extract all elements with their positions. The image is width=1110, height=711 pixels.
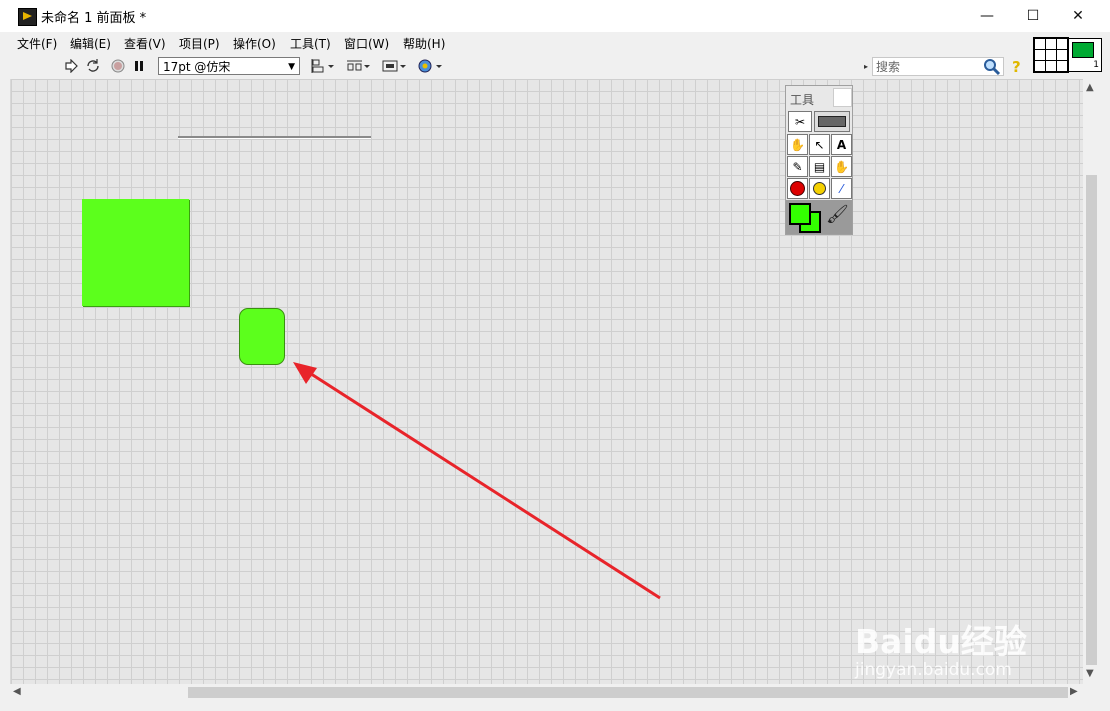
auto-tool-select-button[interactable] — [833, 88, 852, 107]
horizontal-scroll-thumb[interactable] — [188, 687, 1068, 698]
scroll-window-icon[interactable]: ✋ — [831, 156, 852, 177]
watermark-brand: Baidu经验 — [855, 622, 1027, 661]
breakpoint-icon[interactable] — [787, 178, 808, 199]
tools-palette-title: 工具 — [790, 93, 815, 107]
scroll-up-icon[interactable]: ▲ — [1086, 82, 1094, 93]
tools-palette: 工具 ✂ ✋ ↖ A ✎ ▤ ✋ ⁄ 🖌 — [785, 85, 853, 235]
edit-text-icon[interactable]: A — [831, 134, 852, 155]
auto-tool-icon[interactable]: ✂ — [788, 111, 812, 132]
get-color-icon[interactable]: ⁄ — [831, 178, 852, 199]
paintbrush-icon[interactable]: 🖌 — [826, 204, 849, 225]
scroll-right-icon[interactable]: ▶ — [1070, 686, 1078, 697]
indicator-bar-icon — [818, 116, 846, 127]
breakpoint-dot-icon — [790, 181, 805, 196]
object-shortcut-icon[interactable]: ▤ — [809, 156, 830, 177]
auto-tool-indicator-icon[interactable] — [814, 111, 850, 132]
watermark-url: jingyan.baidu.com — [855, 660, 1012, 680]
labview-window: 未命名 1 前面板 * — ☐ ✕ 文件(F) 编辑(E) 查看(V) 项目(P… — [0, 0, 1110, 711]
scroll-down-icon[interactable]: ▼ — [1086, 668, 1094, 679]
set-color-tool[interactable]: 🖌 — [786, 200, 852, 234]
operate-value-icon[interactable]: ✋ — [787, 134, 808, 155]
connect-wire-icon[interactable]: ✎ — [787, 156, 808, 177]
probe-data-icon[interactable] — [809, 178, 830, 199]
scroll-left-icon[interactable]: ◀ — [13, 686, 21, 697]
foreground-color-swatch[interactable] — [789, 203, 811, 225]
probe-dot-icon — [813, 182, 826, 195]
baidu-jingyan-watermark: Baidu经验 jingyan.baidu.com — [855, 615, 1055, 680]
position-size-icon[interactable]: ↖ — [809, 134, 830, 155]
annotation-arrow — [293, 362, 661, 600]
vertical-scroll-thumb[interactable] — [1086, 175, 1097, 665]
